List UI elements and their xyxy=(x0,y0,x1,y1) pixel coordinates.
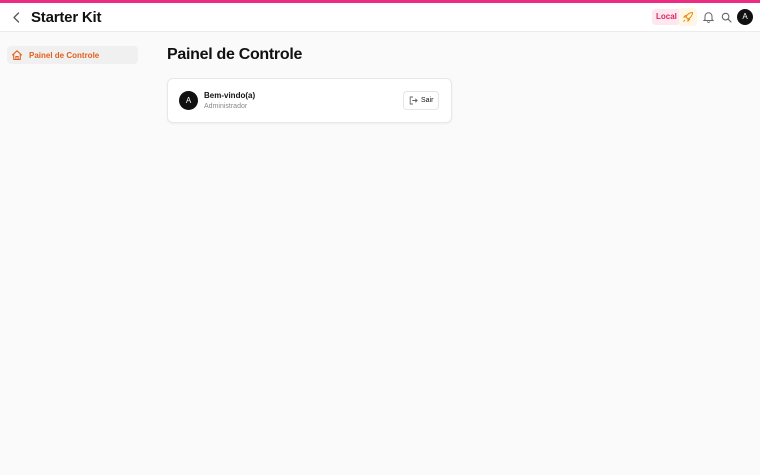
rocket-icon xyxy=(682,11,694,23)
home-icon xyxy=(11,49,23,61)
logout-button[interactable]: Sair xyxy=(403,91,440,110)
avatar: A xyxy=(179,91,198,110)
app-title: Starter Kit xyxy=(31,9,102,26)
bell-icon xyxy=(702,11,714,23)
chevron-left-icon xyxy=(12,11,21,23)
welcome-text: Bem-vindo(a) xyxy=(204,91,256,100)
user-role: Administrador xyxy=(204,103,248,110)
logout-icon xyxy=(409,96,418,105)
sidebar: Painel de Controle xyxy=(7,46,138,64)
search-button[interactable] xyxy=(718,8,734,26)
environment-badge: Local xyxy=(652,9,681,25)
sidebar-item-label: Painel de Controle xyxy=(29,50,100,60)
user-avatar[interactable]: A xyxy=(737,9,753,25)
welcome-card: A Bem-vindo(a) Administrador Sair xyxy=(167,78,452,123)
sidebar-item-painel-de-controle[interactable]: Painel de Controle xyxy=(7,46,138,64)
search-icon xyxy=(721,12,732,23)
notifications-button[interactable] xyxy=(700,8,716,26)
page-title: Painel de Controle xyxy=(167,46,303,63)
logout-label: Sair xyxy=(421,97,434,104)
back-button[interactable] xyxy=(9,9,23,25)
deploy-button[interactable] xyxy=(679,8,697,26)
app-header: Starter Kit Local A xyxy=(0,3,760,32)
